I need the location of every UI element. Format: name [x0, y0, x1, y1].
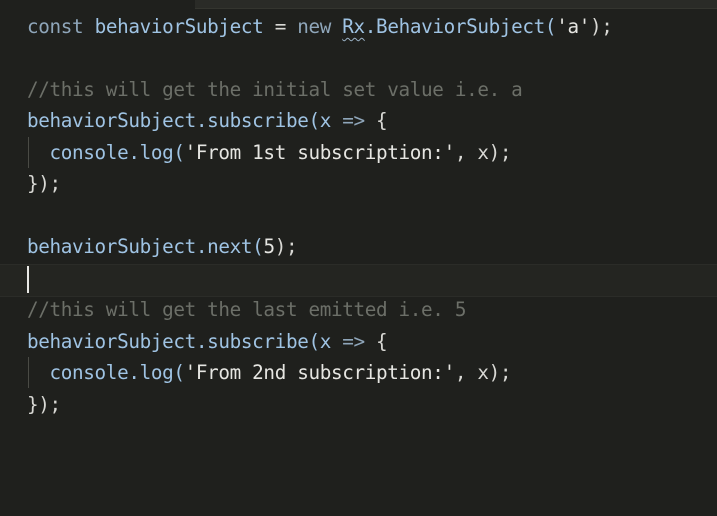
- code-token: console: [27, 141, 129, 164]
- code-token: behaviorSubject: [27, 330, 196, 353]
- code-token: });: [27, 172, 61, 195]
- code-token: {: [376, 330, 388, 353]
- code-token: .log(: [128, 141, 185, 164]
- code-token: 'From 2nd subscription:': [184, 361, 456, 384]
- code-token: });: [27, 393, 61, 416]
- code-token: 'From 1st subscription:': [184, 141, 456, 164]
- code-token: new: [297, 15, 343, 38]
- code-token: behaviorSubject: [27, 109, 196, 132]
- code-token: .subscribe(: [195, 330, 320, 353]
- code-token: 'a': [556, 15, 590, 38]
- code-token: behaviorSubject: [27, 235, 196, 258]
- code-token: =>: [330, 109, 377, 132]
- code-token: x: [319, 330, 332, 353]
- code-token: 5: [263, 235, 275, 258]
- code-token: , x);: [454, 141, 512, 164]
- code-token: , x);: [454, 361, 512, 384]
- editor-top-strip: [195, 0, 717, 9]
- code-line[interactable]: behaviorSubject.subscribe(x => {: [27, 326, 388, 357]
- text-cursor: [27, 266, 29, 293]
- code-line[interactable]: const behaviorSubject = new Rx.BehaviorS…: [27, 11, 613, 42]
- code-token: //this will get the last emitted i.e. 5: [27, 298, 467, 321]
- code-token: .BehaviorSubject(: [364, 15, 557, 38]
- code-token: behaviorSubject: [94, 15, 264, 38]
- code-token: );: [589, 15, 613, 38]
- code-line[interactable]: //this will get the initial set value i.…: [27, 74, 523, 105]
- code-token: );: [274, 235, 298, 258]
- code-token: console: [27, 361, 129, 384]
- code-token: =>: [330, 330, 377, 353]
- code-editor[interactable]: const behaviorSubject = new Rx.BehaviorS…: [0, 0, 717, 516]
- code-line[interactable]: console.log('From 2nd subscription:', x)…: [27, 357, 512, 388]
- code-token: //this will get the initial set value i.…: [27, 78, 523, 101]
- code-line[interactable]: behaviorSubject.subscribe(x => {: [27, 105, 388, 136]
- active-line-highlight: [0, 264, 717, 297]
- code-token: const: [27, 15, 95, 38]
- code-line[interactable]: behaviorSubject.next(5);: [27, 231, 298, 262]
- code-line[interactable]: });: [27, 168, 61, 199]
- code-token: {: [376, 109, 388, 132]
- code-token: Rx: [342, 15, 365, 38]
- code-token: x: [319, 109, 332, 132]
- code-token: .log(: [128, 361, 185, 384]
- code-line[interactable]: //this will get the last emitted i.e. 5: [27, 294, 466, 325]
- code-token: =: [263, 15, 298, 38]
- code-line[interactable]: });: [27, 389, 61, 420]
- code-token: .next(: [195, 235, 264, 258]
- code-line[interactable]: console.log('From 1st subscription:', x)…: [27, 137, 512, 168]
- code-token: .subscribe(: [195, 109, 320, 132]
